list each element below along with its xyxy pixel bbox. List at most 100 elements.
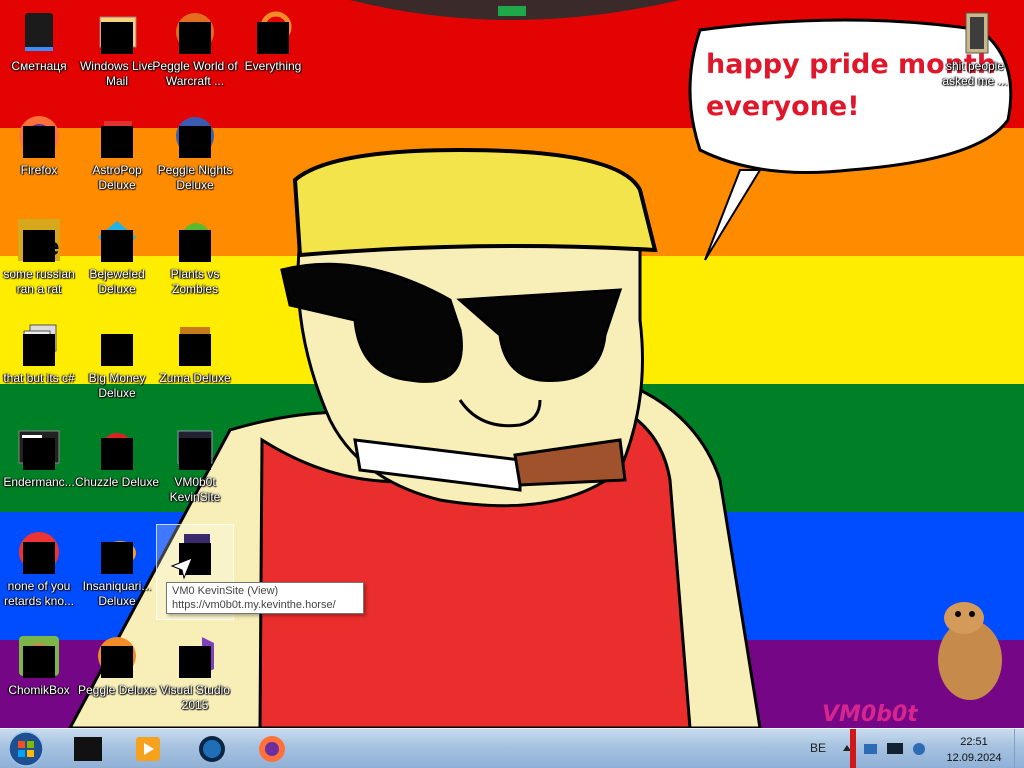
redaction-box (101, 438, 133, 470)
redaction-box (179, 126, 211, 158)
icon-label: AstroPop Deluxe (92, 163, 142, 192)
taskbar: BE 22:51 12.09.2024 (0, 728, 1024, 768)
icon-label: Chuzzle Deluxe (74, 475, 160, 489)
icon-label: none of you retards kno... (3, 579, 75, 608)
icon-label: Big Money Deluxe (88, 371, 146, 400)
big-money-icon (93, 320, 141, 368)
redaction-box (101, 334, 133, 366)
redaction-box (101, 646, 133, 678)
icon-label: Windows Live Mail (79, 59, 155, 88)
icon-label: Zuma Deluxe (159, 371, 231, 385)
desktop-icon-some-russian-ran-a-rat[interactable]: e some russian ran a rat (0, 212, 78, 308)
redaction-box (257, 22, 289, 54)
icon-label: Peggle Deluxe (77, 683, 157, 697)
desktop-icon-recycle-bin[interactable]: Сметнаця (0, 4, 78, 100)
language-indicator[interactable]: BE (810, 741, 826, 755)
network-icon[interactable] (862, 741, 880, 757)
insaniquarium-icon (93, 528, 141, 576)
shortcut-stack-icon (15, 320, 63, 368)
desktop-icon-zuma[interactable]: Zuma Deluxe (156, 316, 234, 412)
redaction-box (179, 230, 211, 262)
icon-label: some russian ran a rat (3, 267, 75, 296)
icon-label: shit people asked me ... (942, 59, 1008, 88)
desktop-icon-insaniquarium[interactable]: Insaniquari... Deluxe (78, 524, 156, 620)
volume-icon[interactable] (910, 741, 928, 757)
tooltip: VM0 KevinSite (View) https://vm0b0t.my.k… (166, 582, 364, 614)
desktop-icon-big-money[interactable]: Big Money Deluxe (78, 316, 156, 412)
icon-label: ChomikBox (8, 683, 70, 697)
desktop-icon-plants-vs-zombies[interactable]: Plants vs Zombies (156, 212, 234, 308)
desktop-icon-chomikbox[interactable]: ChomikBox (0, 628, 78, 724)
redaction-box (23, 438, 55, 470)
redaction-box (101, 126, 133, 158)
redaction-box (101, 542, 133, 574)
desktop-icon-vm0b0t-kevinsite[interactable]: VM0b0t KevinSite (156, 420, 234, 516)
desktop-icon-endermanch[interactable]: Endermanc... (0, 420, 78, 516)
icon-label: Peggle Nights Deluxe (157, 163, 233, 192)
desktop-icon-windows-live-mail[interactable]: Windows Live Mail (78, 4, 156, 100)
desktop-icon-bejeweled[interactable]: Bejeweled Deluxe (78, 212, 156, 308)
redaction-box (179, 646, 211, 678)
monitor-icon[interactable] (886, 741, 904, 757)
tooltip-url: https://vm0b0t.my.kevinthe.horse/ (172, 599, 336, 611)
show-desktop-button[interactable] (1014, 729, 1024, 768)
icon-label: Everything (244, 59, 302, 73)
redaction-box (101, 22, 133, 54)
chomikbox-icon (15, 632, 63, 680)
taskbar-pinned-media-player[interactable] (122, 731, 174, 767)
zuma-icon (171, 320, 219, 368)
desktop-icon-chuzzle[interactable]: Chuzzle Deluxe (75, 420, 159, 516)
clock-date[interactable]: 12.09.2024 (936, 752, 1012, 764)
desktop-icon-none-of-you[interactable]: none of you retards kno... (0, 524, 78, 620)
redaction-box (23, 542, 55, 574)
icon-label: Firefox (20, 163, 58, 177)
taskbar-pinned-globe[interactable] (186, 731, 238, 767)
redaction-box (23, 230, 55, 262)
firefox-icon (259, 736, 285, 762)
desktop-icon-peggle-deluxe[interactable]: Peggle Deluxe (78, 628, 156, 724)
icon-label: VM0b0t KevinSite (169, 475, 221, 504)
icon-label: Visual Studio 2015 (160, 683, 230, 712)
windows-live-mail-icon (93, 8, 141, 56)
terminal-icon (15, 424, 63, 472)
taskbar-pinned-firefox[interactable] (246, 731, 298, 767)
clock-time[interactable]: 22:51 (936, 736, 1012, 748)
desktop-icon-astropop[interactable]: AstroPop Deluxe (78, 108, 156, 204)
peggle-wow-icon (171, 8, 219, 56)
visual-studio-icon (171, 632, 219, 680)
icon-label: Insaniquari... Deluxe (82, 579, 152, 608)
media-player-icon (136, 737, 160, 761)
desktop-icon-peggle-nights[interactable]: Peggle Nights Deluxe (156, 108, 234, 204)
taskbar-pinned-terminal[interactable] (62, 731, 114, 767)
windows-orb-icon (8, 731, 44, 767)
redaction-box (179, 334, 211, 366)
desktop-icon-firefox[interactable]: Firefox (0, 108, 78, 204)
bejeweled-icon (93, 216, 141, 264)
icon-label: Endermanc... (3, 475, 75, 489)
black-box-icon (74, 737, 102, 761)
system-tray: BE 22:51 12.09.2024 (806, 729, 1024, 768)
vm0b0t-icon (171, 424, 219, 472)
start-button[interactable] (4, 730, 48, 768)
redaction-box (23, 334, 55, 366)
chrome-like-icon (15, 528, 63, 576)
peggle-nights-icon (171, 112, 219, 160)
tray-red-bar (850, 729, 856, 768)
redaction-box (23, 126, 55, 158)
desktop-icon-that-but-its-csharp[interactable]: that but its c# (0, 316, 78, 412)
mouse-cursor-icon (170, 557, 193, 580)
folder-icon (951, 8, 999, 56)
recycle-bin-icon (15, 8, 63, 56)
globe-icon (199, 736, 225, 762)
icon-label: that but its c# (3, 371, 75, 385)
icon-label: Peggle World of Warcraft ... (152, 59, 238, 88)
firefox-icon (15, 112, 63, 160)
desktop-icon-shit-people-asked-me[interactable]: shit people asked me ... (936, 4, 1014, 100)
desktop-icon-peggle-wow[interactable]: Peggle World of Warcraft ... (152, 4, 238, 100)
desktop-icon-everything[interactable]: Everything (234, 4, 312, 100)
astropop-icon (93, 112, 141, 160)
tooltip-title: VM0 KevinSite (View) (172, 585, 279, 597)
redaction-box (101, 230, 133, 262)
desktop-icon-visual-studio[interactable]: Visual Studio 2015 (156, 628, 234, 724)
redaction-box (179, 22, 211, 54)
